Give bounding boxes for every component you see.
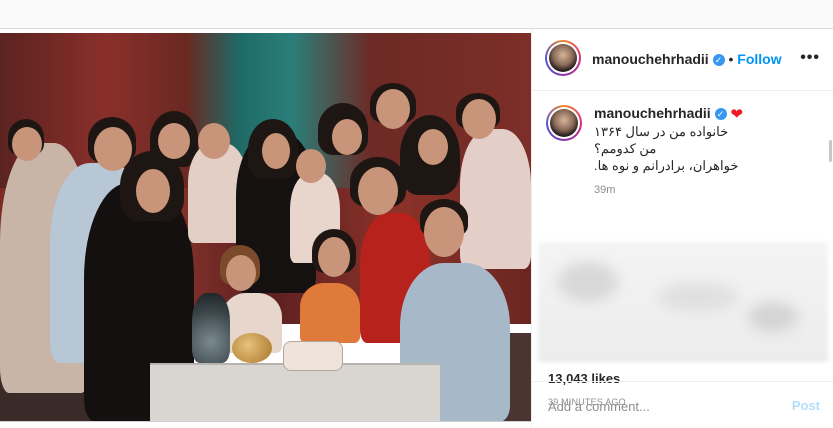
author-avatar[interactable] [545, 40, 581, 76]
caption-body: manouchehrhadii ✓ ❤ خانواده من در سال ۱۳… [594, 105, 814, 196]
photo-face [226, 255, 256, 291]
more-options-icon[interactable]: ••• [800, 49, 820, 67]
post-photo[interactable] [0, 33, 531, 422]
photo-face [332, 119, 362, 155]
photo-face [158, 123, 190, 159]
photo-face [12, 127, 42, 161]
photo-face [358, 167, 398, 215]
photo-person [460, 129, 531, 269]
blurred-comments [538, 242, 828, 362]
caption-line: خانواده من در سال ۱۳۶۴ [594, 124, 729, 139]
avatar-image [550, 109, 578, 137]
photo-face [418, 129, 448, 165]
photo-bottle [192, 293, 230, 363]
photo-face [462, 99, 496, 139]
photo-face [198, 123, 230, 159]
caption-line: من کدومم؟ [594, 141, 657, 156]
photo-face [296, 149, 326, 183]
caption-username[interactable]: manouchehrhadii [594, 105, 711, 121]
photo-table [150, 363, 440, 421]
photo-fruit [232, 333, 272, 363]
photo-face [262, 133, 290, 169]
heart-icon: ❤ [730, 106, 744, 123]
caption-header: manouchehrhadii ✓ ❤ [594, 105, 814, 123]
comments-scrollbar[interactable] [829, 140, 832, 162]
photo-face [318, 237, 350, 277]
verified-badge-icon: ✓ [712, 54, 725, 67]
header-separator: • [728, 51, 734, 67]
photo-face [424, 207, 464, 257]
blur-spot [558, 262, 618, 302]
photo-cake [283, 341, 343, 371]
blur-spot [658, 282, 738, 312]
comment-input[interactable] [548, 396, 768, 416]
add-comment-bar: Post [532, 381, 833, 428]
blur-spot [748, 302, 798, 332]
avatar-border [547, 42, 579, 74]
photo-face [376, 89, 410, 129]
author-username[interactable]: manouchehrhadii [592, 51, 709, 67]
caption-line: خواهران، برادرانم و نوه ها. [594, 158, 739, 173]
photo-person [300, 283, 360, 343]
post-header: manouchehrhadii ✓ • Follow ••• [532, 29, 833, 91]
photo-face [136, 169, 170, 213]
follow-button[interactable]: Follow [737, 51, 781, 67]
post-photo-area [0, 29, 531, 428]
avatar-border [548, 107, 580, 139]
header-info: manouchehrhadii ✓ • Follow [592, 51, 782, 67]
avatar-image [549, 44, 577, 72]
comments-section[interactable]: manouchehrhadii ✓ ❤ خانواده من در سال ۱۳… [532, 92, 833, 364]
caption-time: 39m [594, 184, 616, 196]
post-comment-button[interactable]: Post [792, 398, 820, 413]
post-container: manouchehrhadii ✓ • Follow ••• manoucheh… [0, 28, 833, 428]
post-side-panel: manouchehrhadii ✓ • Follow ••• manoucheh… [531, 29, 833, 428]
verified-badge-icon: ✓ [714, 108, 727, 121]
caption-avatar[interactable] [546, 105, 582, 141]
